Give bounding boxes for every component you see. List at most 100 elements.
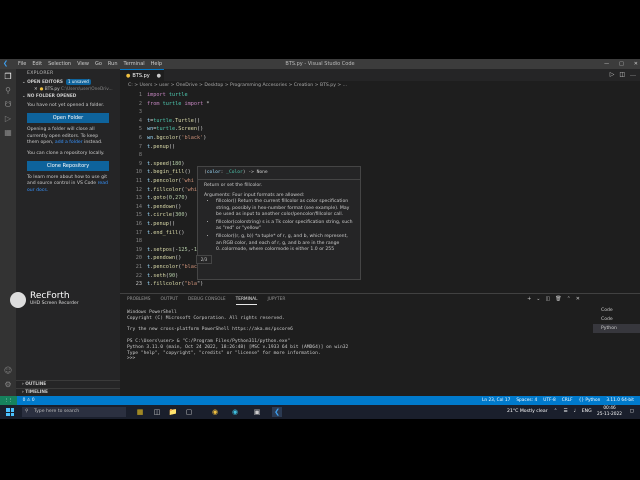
code-line[interactable]: t.penup() bbox=[147, 221, 175, 227]
close-icon[interactable]: ✕ bbox=[634, 59, 638, 69]
code-line[interactable]: t=turtle.Turtle() bbox=[147, 118, 200, 124]
volume-icon[interactable]: ♩ bbox=[574, 405, 576, 419]
edge-icon[interactable]: ◉ bbox=[230, 407, 240, 417]
minimize-icon[interactable]: — bbox=[604, 59, 609, 69]
code-line[interactable]: t.seth(90) bbox=[147, 273, 178, 279]
account-icon[interactable]: ☺ bbox=[3, 366, 13, 376]
code-line[interactable]: t.circle(300) bbox=[147, 212, 188, 218]
code-line[interactable]: wn=turtle.Screen() bbox=[147, 126, 203, 132]
wifi-icon[interactable]: ☰ bbox=[563, 405, 567, 419]
code-line[interactable]: t.fillcolor('whi bbox=[147, 187, 197, 193]
terminal-instance[interactable]: Code bbox=[593, 315, 640, 324]
more-actions-icon[interactable]: … bbox=[630, 69, 636, 81]
tab-problems[interactable]: PROBLEMS bbox=[127, 294, 150, 305]
menu-go[interactable]: Go bbox=[95, 59, 102, 69]
code-line[interactable]: t.pendown() bbox=[147, 255, 181, 261]
chevron-up-icon[interactable]: ⌃ bbox=[554, 405, 558, 419]
code-line[interactable]: t.goto(0,270) bbox=[147, 195, 188, 201]
remote-icon[interactable]: ⋮⋮ bbox=[0, 396, 17, 405]
code-line[interactable]: t.begin_fill() bbox=[147, 169, 191, 175]
menu-run[interactable]: Run bbox=[108, 59, 118, 69]
code-line[interactable]: t.fillcolor("bla") bbox=[147, 281, 203, 287]
run-icon[interactable]: ▷ bbox=[610, 69, 615, 81]
store-icon[interactable]: ▢ bbox=[184, 407, 194, 417]
code-line[interactable]: t.setpos(-125,-1 bbox=[147, 247, 197, 253]
open-folder-button[interactable]: Open Folder bbox=[27, 113, 109, 124]
chevron-down-icon[interactable]: ⌄ bbox=[536, 294, 540, 305]
status-item[interactable]: Spaces: 4 bbox=[516, 396, 537, 405]
outline-section[interactable]: › OUTLINE bbox=[16, 380, 120, 388]
status-item[interactable]: Ln 23, Col 17 bbox=[482, 396, 510, 405]
status-item[interactable]: CRLF bbox=[562, 396, 573, 405]
breadcrumb[interactable]: C: > Users > user > OneDrive > Desktop >… bbox=[120, 81, 640, 90]
menu-selection[interactable]: Selection bbox=[48, 59, 71, 69]
terminal-instance[interactable]: Python bbox=[593, 324, 640, 333]
line-number: 13 bbox=[135, 195, 142, 202]
tab-terminal[interactable]: TERMINAL bbox=[235, 294, 258, 305]
pinned-app-icon[interactable]: ▦ bbox=[135, 407, 145, 417]
line-number: 11 bbox=[135, 178, 142, 184]
menu-file[interactable]: File bbox=[18, 59, 26, 69]
clock[interactable]: 00:46 25-11-2022 bbox=[597, 406, 622, 418]
open-editors-section[interactable]: ⌄ OPEN EDITORS 1 unsaved bbox=[16, 79, 120, 86]
tab-output[interactable]: OUTPUT bbox=[160, 294, 178, 305]
trash-icon[interactable]: 🗑 bbox=[555, 294, 561, 305]
tab-jupyter[interactable]: JUPYTER bbox=[267, 294, 285, 305]
extensions-icon[interactable]: ▦ bbox=[3, 128, 13, 138]
status-item[interactable]: UTF-8 bbox=[543, 396, 556, 405]
code-line[interactable]: from turtle import * bbox=[147, 101, 210, 107]
code-line[interactable]: t.pencolor('whi bbox=[147, 178, 194, 184]
code-line[interactable]: import turtle bbox=[147, 92, 188, 98]
task-view-icon[interactable]: ◫ bbox=[152, 407, 162, 417]
code-line[interactable]: t.penup() bbox=[147, 144, 175, 150]
code-line[interactable]: t.speed(180) bbox=[147, 161, 185, 167]
language-indicator[interactable]: ENG bbox=[582, 405, 592, 419]
maximize-icon[interactable]: □ bbox=[619, 59, 624, 69]
files-icon[interactable]: ❐ bbox=[3, 72, 13, 82]
split-editor-icon[interactable]: ◫ bbox=[619, 69, 625, 81]
status-item[interactable]: {} Python bbox=[579, 396, 601, 405]
menu-view[interactable]: View bbox=[77, 59, 89, 69]
terminal-output[interactable]: Windows PowerShell Copyright (C) Microsof… bbox=[127, 310, 582, 362]
gear-icon[interactable]: ⚙ bbox=[3, 380, 13, 390]
tab-debug-console[interactable]: DEBUG CONSOLE bbox=[188, 294, 226, 305]
chrome-icon[interactable]: ◉ bbox=[210, 407, 220, 417]
windows-taskbar: ⚲ Type here to search ▦ ◫ 📁 ▢ ◉ ◉ ▣ ❮ 21°… bbox=[0, 405, 640, 419]
file-explorer-icon[interactable]: 📁 bbox=[168, 407, 178, 417]
line-number: 22 bbox=[135, 272, 142, 279]
source-control-icon[interactable]: ☋ bbox=[3, 100, 13, 110]
code-line[interactable]: wn.bgcolor('black') bbox=[147, 135, 206, 141]
close-icon[interactable]: ✕ bbox=[34, 87, 38, 92]
timeline-section[interactable]: › TIMELINE bbox=[16, 388, 120, 396]
hover-arg-item: fillcolor(colorstring) s is a Tk color s… bbox=[216, 220, 354, 232]
windows-start-icon[interactable] bbox=[6, 408, 14, 416]
maximize-panel-icon[interactable]: ⌃ bbox=[567, 294, 571, 305]
line-number: 15 bbox=[135, 212, 142, 219]
menu-help[interactable]: Help bbox=[151, 59, 162, 69]
parameter-hint-counter[interactable]: 2/3 bbox=[196, 255, 212, 264]
code-line[interactable]: t.pendown() bbox=[147, 204, 181, 210]
code-line[interactable]: t.pencolor("blac bbox=[147, 264, 197, 270]
terminal-line: >>> bbox=[127, 356, 136, 362]
code-line[interactable]: t.end_fill() bbox=[147, 230, 185, 236]
run-debug-icon[interactable]: ▷ bbox=[3, 114, 13, 124]
clone-repository-button[interactable]: Clone Repository bbox=[27, 161, 109, 172]
tab-bts-py[interactable]: ● BTS.py ● bbox=[120, 69, 164, 81]
terminal-instance[interactable]: Code bbox=[593, 306, 640, 315]
open-editor-item[interactable]: ✕ ● BTS.py C:\Users\user\OneDriv... bbox=[16, 86, 120, 93]
menu-terminal[interactable]: Terminal bbox=[124, 59, 145, 69]
weather-status[interactable]: 21°C Mostly clear bbox=[507, 405, 548, 419]
close-icon[interactable]: ✕ bbox=[576, 294, 580, 305]
add-terminal-icon[interactable]: + bbox=[527, 294, 531, 305]
vscode-taskbar-icon[interactable]: ❮ bbox=[272, 407, 282, 417]
menu-edit[interactable]: Edit bbox=[32, 59, 42, 69]
no-folder-section[interactable]: ⌄ NO FOLDER OPENED bbox=[16, 93, 120, 100]
problems-status[interactable]: 0 ⚠ 0 bbox=[23, 396, 35, 405]
split-terminal-icon[interactable]: ◫ bbox=[546, 294, 551, 305]
taskbar-search-input[interactable]: ⚲ Type here to search bbox=[22, 407, 126, 417]
app-icon[interactable]: ▣ bbox=[252, 407, 262, 417]
add-folder-link[interactable]: add a folder bbox=[55, 140, 83, 145]
status-item[interactable]: 3.11.0 64-bit bbox=[606, 396, 634, 405]
search-icon[interactable]: ⚲ bbox=[3, 86, 13, 96]
notification-icon[interactable]: ▢ bbox=[630, 405, 634, 419]
